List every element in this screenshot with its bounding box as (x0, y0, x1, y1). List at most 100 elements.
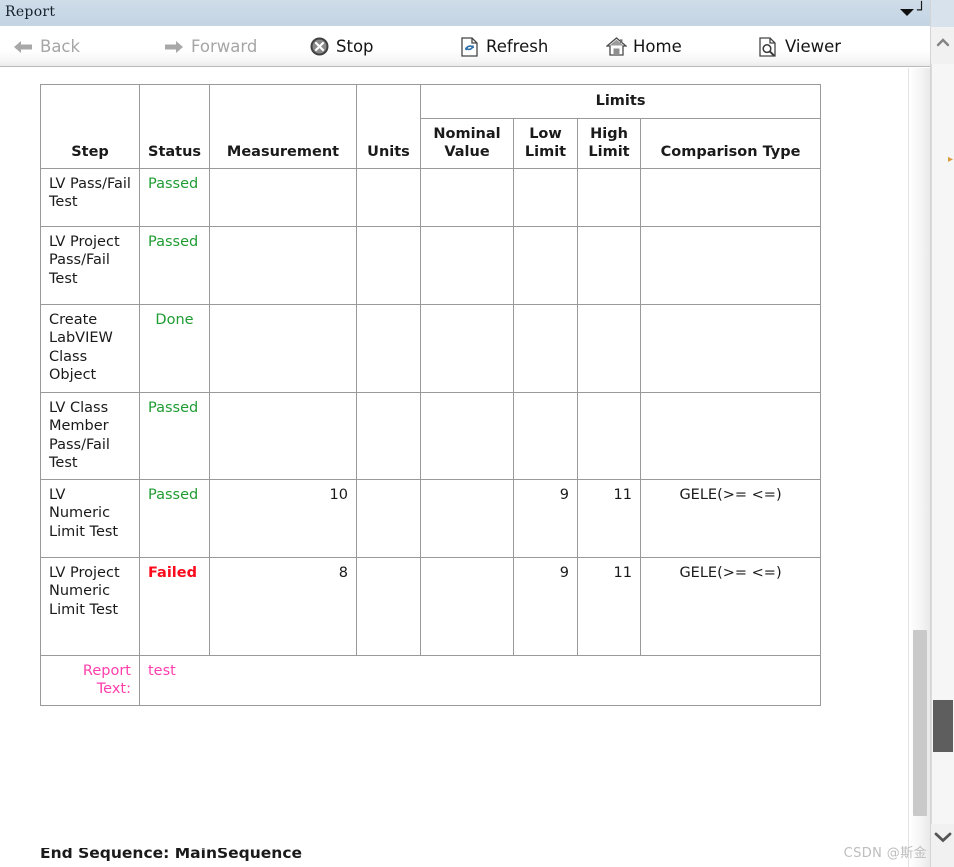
restore-window-icon[interactable]: ┘ (916, 0, 930, 27)
table-header-group-row: Step Status Measurement Units Limits (40, 84, 822, 169)
cell-status: Passed (139, 225, 210, 305)
header-high-limit: High Limit (577, 117, 641, 169)
cell-step: LV Project Pass/Fail Test (40, 225, 140, 305)
cell-comparison-type (639, 391, 822, 480)
cell-measurement: 10 (209, 478, 357, 558)
refresh-label: Refresh (486, 37, 549, 56)
cell-units (356, 225, 421, 305)
table-row: LV Project Numeric Limit Test Failed 8 9… (40, 556, 822, 656)
scroll-up-icon[interactable] (932, 32, 954, 54)
header-step: Step (40, 84, 140, 169)
window-title: Report (5, 4, 56, 20)
table-row: Create LabVIEW Class Object Done (40, 303, 822, 393)
cell-nominal-value (420, 225, 514, 305)
cell-units (356, 391, 421, 480)
navigation-toolbar: Back Forward Stop Refresh Home Viewer (0, 27, 930, 67)
arrow-left-icon (12, 36, 34, 58)
cell-step: LV Numeric Limit Test (40, 478, 140, 558)
report-text-label: Report Text: (40, 654, 140, 706)
cell-units (356, 556, 421, 656)
window-titlebar: Report ┘ (0, 0, 930, 27)
cell-nominal-value (420, 391, 514, 480)
refresh-button[interactable]: Refresh (458, 27, 548, 66)
cell-comparison-type: GELE(>= <=) (639, 556, 822, 656)
restore-window-glyph: ┘ (917, 1, 927, 19)
table-row: LV Class Member Pass/Fail Test Passed (40, 391, 822, 480)
cell-comparison-type (639, 303, 822, 393)
table-row: LV Numeric Limit Test Passed 10 9 11 GEL… (40, 478, 822, 558)
cell-measurement (209, 225, 357, 305)
header-comparison-type: Comparison Type (639, 117, 822, 169)
document-scrollbar[interactable] (908, 68, 930, 867)
scroll-down-icon[interactable] (931, 825, 954, 849)
cell-low-limit (513, 303, 578, 393)
cell-low-limit (513, 167, 578, 227)
cell-status: Passed (139, 167, 210, 227)
cell-nominal-value (420, 303, 514, 393)
cell-comparison-type: GELE(>= <=) (639, 478, 822, 558)
report-document-pane[interactable]: Step Status Measurement Units Limits Nom… (0, 68, 930, 867)
stop-label: Stop (336, 37, 374, 56)
viewer-label: Viewer (785, 37, 842, 56)
cell-high-limit (577, 225, 641, 305)
cell-comparison-type (639, 225, 822, 305)
cell-units (356, 478, 421, 558)
cell-step: LV Class Member Pass/Fail Test (40, 391, 140, 480)
document-scrollbar-thumb[interactable] (913, 630, 927, 816)
cell-nominal-value (420, 556, 514, 656)
header-limits-group: Limits (419, 84, 822, 119)
report-text-value: test (138, 654, 822, 706)
cell-status: Done (139, 303, 210, 393)
report-results-table: Step Status Measurement Units Limits Nom… (40, 84, 822, 706)
cell-high-limit: 11 (577, 478, 641, 558)
header-low-limit: Low Limit (513, 117, 578, 169)
cell-low-limit (513, 225, 578, 305)
cell-measurement (209, 303, 357, 393)
window-scrollbar-top-cap (931, 0, 954, 27)
table-row: LV Pass/Fail Test Passed (40, 167, 822, 227)
cell-comparison-type (639, 167, 822, 227)
cell-step: LV Project Numeric Limit Test (40, 556, 140, 656)
report-window: Report ┘ Back Forward Stop Refresh Home … (0, 0, 954, 867)
stop-circle-icon (308, 36, 330, 58)
header-units: Units (356, 84, 421, 169)
cell-low-limit (513, 391, 578, 480)
table-row: LV Project Pass/Fail Test Passed (40, 225, 822, 305)
cell-measurement: 8 (209, 556, 357, 656)
back-button[interactable]: Back (12, 27, 80, 66)
forward-button[interactable]: Forward (163, 27, 257, 66)
end-sequence-text: End Sequence: MainSequence (40, 848, 303, 862)
home-label: Home (633, 37, 682, 56)
watermark: CSDN @斯金 (843, 846, 927, 861)
cell-step: Create LabVIEW Class Object (40, 303, 140, 393)
back-label: Back (40, 37, 81, 56)
cell-status: Passed (139, 391, 210, 480)
home-icon (605, 36, 627, 58)
cell-nominal-value (420, 167, 514, 227)
cell-high-limit (577, 167, 641, 227)
cell-high-limit: 11 (577, 556, 641, 656)
report-text-row: Report Text: test (40, 654, 822, 706)
cell-status: Passed (139, 478, 210, 558)
cell-status: Failed (139, 556, 210, 656)
cell-measurement (209, 391, 357, 480)
chevron-down-icon[interactable] (900, 9, 914, 16)
cell-measurement (209, 167, 357, 227)
home-button[interactable]: Home (605, 27, 682, 66)
cell-units (356, 167, 421, 227)
page-magnifier-icon (757, 36, 779, 58)
cell-units (356, 303, 421, 393)
header-nominal-value: Nominal Value (420, 117, 514, 169)
refresh-page-icon (458, 36, 480, 58)
arrow-right-icon (163, 36, 185, 58)
cell-nominal-value (420, 478, 514, 558)
cell-high-limit (577, 391, 641, 480)
window-scrollbar-thumb[interactable] (933, 700, 953, 752)
scroll-marker-icon: ▸ (947, 153, 953, 165)
header-status: Status (139, 84, 210, 169)
cell-step: LV Pass/Fail Test (40, 167, 140, 227)
stop-button[interactable]: Stop (308, 27, 374, 66)
viewer-button[interactable]: Viewer (757, 27, 841, 66)
cell-low-limit: 9 (513, 556, 578, 656)
window-scrollbar[interactable]: ▸ (930, 0, 954, 867)
